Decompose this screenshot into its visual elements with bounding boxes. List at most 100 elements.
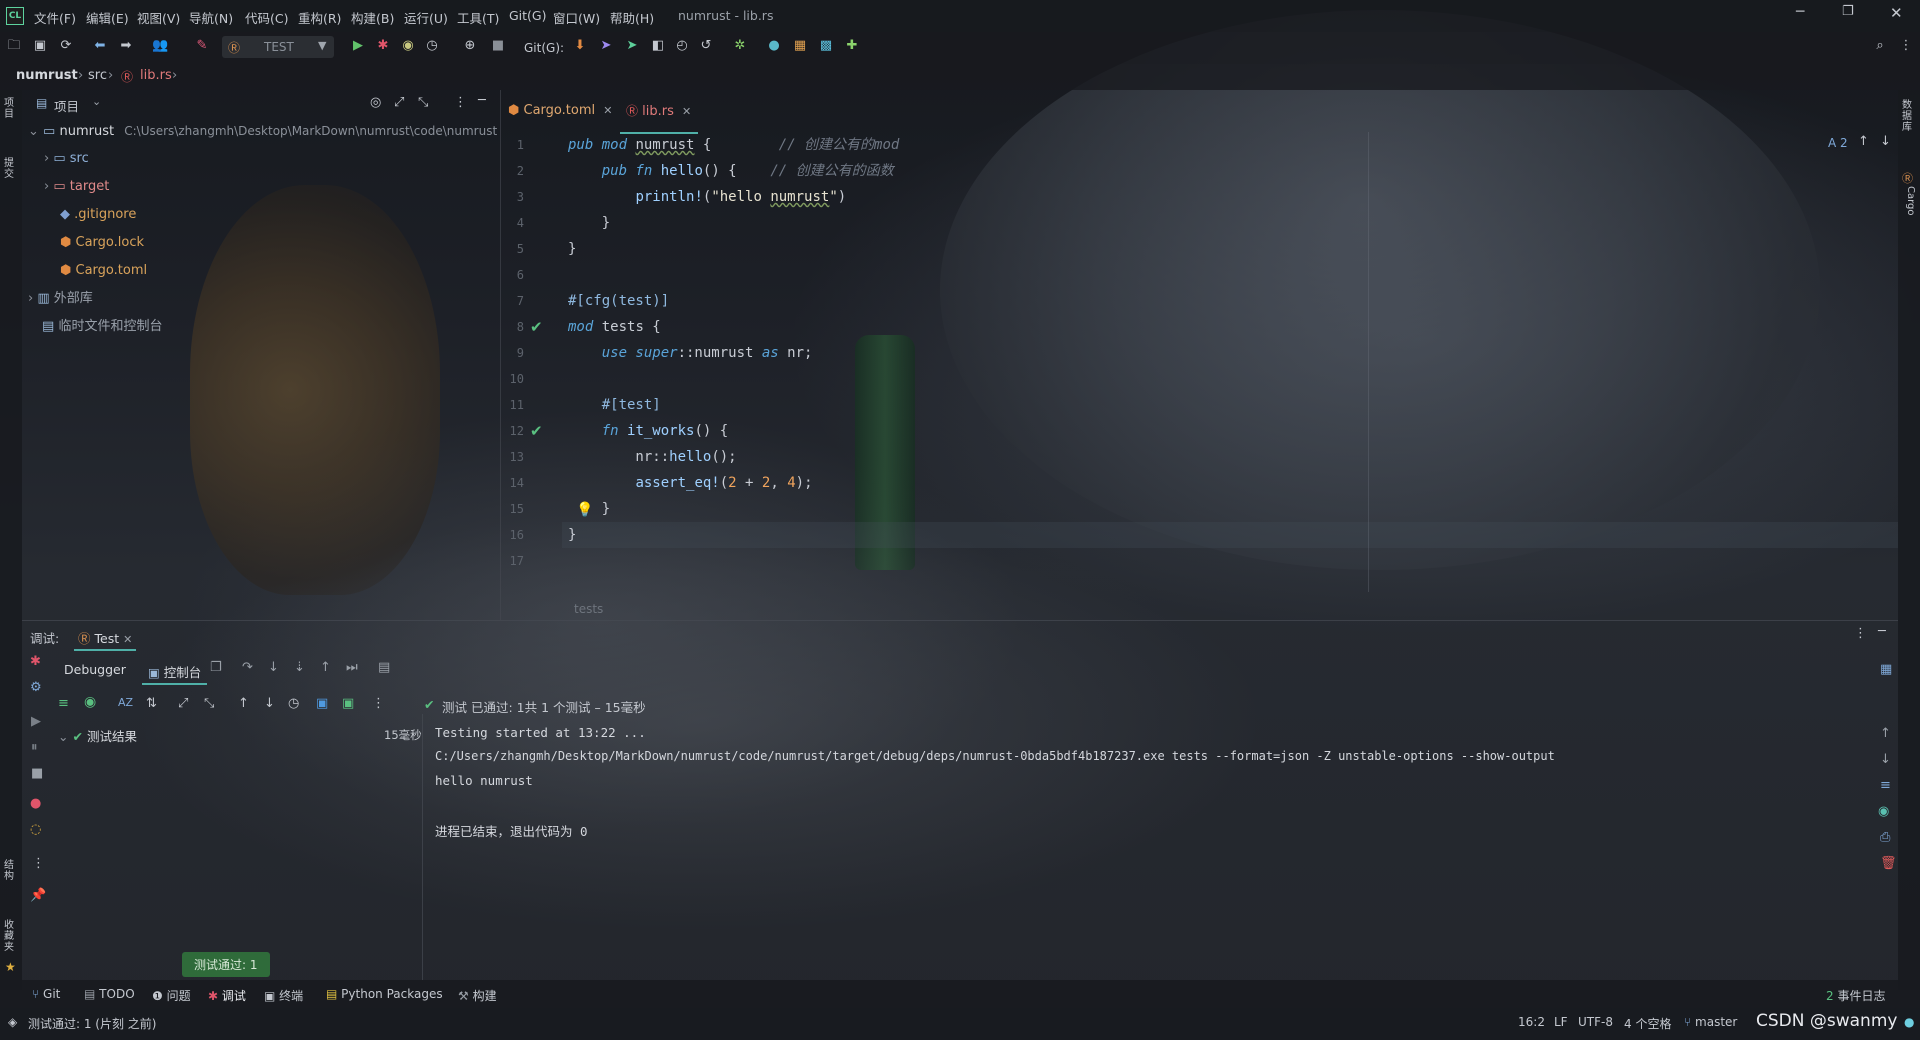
menu-refactor[interactable]: 重构(R) — [298, 8, 341, 27]
search-icon[interactable]: ⌕ — [1872, 38, 1888, 54]
menu-help[interactable]: 帮助(H) — [610, 8, 654, 27]
indent-setting[interactable]: 4 个空格 — [1624, 1015, 1671, 1032]
tab-cargo-toml[interactable]: ⬢ Cargo.toml ✕ — [508, 98, 618, 132]
bug-plugin-icon[interactable]: ✲ — [732, 38, 748, 54]
scroll-to-end-icon[interactable]: ◉ — [1878, 804, 1889, 819]
tree-item-cargo-lock[interactable]: ⬢ Cargo.lock — [60, 232, 144, 254]
rerun-debug-icon[interactable]: ✱ — [30, 654, 41, 669]
menu-view[interactable]: 视图(V) — [137, 8, 180, 27]
plugin-qr-icon[interactable]: ▩ — [818, 38, 834, 54]
git-history-icon[interactable]: ◴ — [674, 38, 690, 54]
tool-window-terminal[interactable]: ▣ 终端 — [264, 987, 303, 1004]
git-push-icon[interactable]: ➤ — [598, 38, 614, 54]
more-icon[interactable]: ⋮ — [1898, 38, 1914, 54]
menu-code[interactable]: 代码(C) — [245, 8, 288, 27]
git-branch[interactable]: ⑂ master — [1684, 1015, 1737, 1029]
users-icon[interactable]: 👥 — [152, 38, 168, 54]
arrow-down-icon[interactable]: ↓ — [1880, 134, 1891, 149]
sort-alpha-icon[interactable]: AZ — [118, 696, 133, 709]
print-icon[interactable]: ⎙ — [1880, 830, 1890, 845]
layout-icon[interactable]: ▦ — [1880, 662, 1892, 677]
subtab-debugger[interactable]: Debugger — [64, 662, 126, 677]
restore-icon[interactable]: ❐ — [1842, 4, 1854, 19]
run-test-gutter-icon[interactable]: ✔ — [530, 422, 543, 440]
test-tree-root[interactable]: ⌄ ✔ 测试结果 — [58, 726, 137, 745]
run-tab-test[interactable]: Ⓡ Test ✕ — [74, 626, 137, 651]
collapse-all-icon[interactable]: ⤡ — [204, 696, 214, 711]
sync-icon[interactable]: ⟳ — [58, 38, 74, 54]
menu-run[interactable]: 运行(U) — [404, 8, 448, 27]
subtab-console[interactable]: ▣ 控制台 — [142, 660, 208, 685]
more-icon[interactable]: ⋮ — [1854, 626, 1867, 641]
step-out-icon[interactable]: ↑ — [320, 660, 331, 675]
side-tab-cargo[interactable]: Cargo — [1902, 186, 1916, 216]
hide-panel-icon[interactable]: ─ — [1878, 624, 1886, 639]
side-tab-structure[interactable]: 结构 — [4, 860, 18, 882]
tree-root[interactable]: ⌄ ▭ numrust C:\Users\zhangmh\Desktop\Mar… — [28, 120, 498, 142]
profiler-icon[interactable]: ◷ — [424, 38, 440, 54]
next-failed-icon[interactable]: ↓ — [264, 696, 275, 711]
coverage-icon[interactable]: ◉ — [400, 38, 416, 54]
settings-icon[interactable]: ⚙ — [30, 680, 42, 695]
restore-layout-icon[interactable]: ❐ — [210, 660, 222, 675]
menu-tools[interactable]: 工具(T) — [457, 8, 499, 27]
tree-item-external-libs[interactable]: › ▥ 外部库 — [28, 288, 93, 310]
side-tab-favorites[interactable]: 收藏夹 — [4, 920, 18, 953]
tool-window-python-packages[interactable]: ▤ Python Packages — [326, 987, 443, 1001]
menu-edit[interactable]: 编辑(E) — [86, 8, 129, 27]
menu-file[interactable]: 文件(F) — [34, 8, 76, 27]
plugin-puzzle-icon[interactable]: ✚ — [844, 38, 860, 54]
run-to-cursor-icon[interactable]: ⏭ — [346, 660, 358, 675]
status-message[interactable]: 测试通过: 1 (片刻 之前) — [28, 1015, 157, 1032]
back-icon[interactable]: ⬅ — [92, 38, 108, 54]
run-test-gutter-icon[interactable]: ✔ — [530, 318, 543, 336]
side-tab-commit[interactable]: 提交 — [4, 158, 18, 180]
caret-position[interactable]: 16:2 — [1518, 1015, 1545, 1029]
clear-all-icon[interactable]: 🗑 — [1880, 856, 1897, 871]
soft-wrap-icon[interactable]: ≡ — [1880, 778, 1891, 793]
tool-window-debug[interactable]: ✱ 调试 — [208, 987, 246, 1004]
side-tab-database[interactable]: 数据库 — [1902, 100, 1916, 133]
show-ignored-icon[interactable]: ◉ — [84, 694, 96, 710]
collapse-all-icon[interactable]: ⤡ — [418, 95, 428, 110]
evaluate-icon[interactable]: ▤ — [378, 660, 390, 675]
menu-git[interactable]: Git(G) — [509, 8, 547, 23]
menu-build[interactable]: 构建(B) — [351, 8, 394, 27]
plugin-grid-icon[interactable]: ▦ — [792, 38, 808, 54]
debug-icon[interactable]: ✱ — [375, 38, 391, 54]
close-tab-icon[interactable]: ✕ — [682, 105, 691, 118]
sort-duration-icon[interactable]: ⇅ — [146, 696, 157, 711]
status-layers-icon[interactable]: ◈ — [8, 1015, 17, 1029]
chevron-down-icon[interactable]: ⌄ — [92, 95, 101, 108]
tab-lib-rs[interactable]: Ⓡ lib.rs ✕ — [620, 98, 698, 134]
scroll-down-icon[interactable]: ↓ — [1880, 752, 1891, 767]
tool-window-git[interactable]: ⑂ Git — [32, 987, 60, 1001]
git-update-icon[interactable]: ⬇ — [572, 38, 588, 54]
locate-icon[interactable]: ◎ — [370, 95, 381, 110]
arrow-up-icon[interactable]: ↑ — [1858, 134, 1869, 149]
show-passed-icon[interactable]: ≡ — [58, 696, 69, 711]
more-icon[interactable]: ⋮ — [372, 696, 385, 711]
stop-icon[interactable]: ■ — [490, 38, 506, 54]
crumb-folder[interactable]: src — [88, 68, 107, 83]
scroll-up-icon[interactable]: ↑ — [1880, 726, 1891, 741]
hide-panel-icon[interactable]: ─ — [478, 93, 486, 108]
crumb-file[interactable]: lib.rs — [140, 68, 172, 83]
save-icon[interactable]: ▣ — [32, 38, 48, 54]
git-commit-icon[interactable]: ➤ — [624, 38, 640, 54]
menu-window[interactable]: 窗口(W) — [553, 8, 600, 27]
run-icon[interactable]: ▶ — [350, 38, 366, 54]
git-rollback-icon[interactable]: ↺ — [698, 38, 714, 54]
tool-window-problems[interactable]: ❶ 问题 — [152, 987, 191, 1004]
expand-all-icon[interactable]: ⤢ — [394, 95, 404, 110]
line-separator[interactable]: LF — [1554, 1015, 1568, 1029]
attach-icon[interactable]: ⊕ — [462, 38, 478, 54]
step-over-icon[interactable]: ↷ — [242, 660, 253, 675]
force-step-into-icon[interactable]: ⇣ — [294, 660, 305, 675]
tree-item-cargo-toml[interactable]: ⬢ Cargo.toml — [60, 260, 147, 282]
inspection-widget[interactable]: A 2 — [1828, 136, 1848, 150]
import-icon[interactable]: ▣ — [342, 696, 354, 711]
expand-all-icon[interactable]: ⤢ — [178, 696, 188, 711]
hammer-icon[interactable]: ✎ — [194, 38, 210, 54]
history-icon[interactable]: ◷ — [288, 696, 299, 711]
